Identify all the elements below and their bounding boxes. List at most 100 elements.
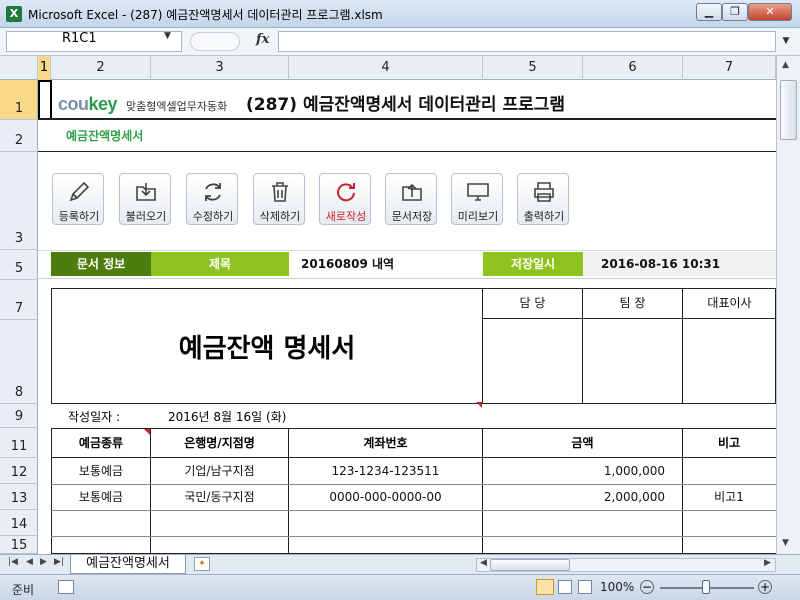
- brand-tagline: 맞춤형엑셀업무자동화: [126, 100, 228, 113]
- column-header[interactable]: 6: [583, 56, 683, 80]
- status-ready: 준비: [12, 583, 35, 597]
- horizontal-scroll-thumb[interactable]: [490, 559, 570, 571]
- worksheet[interactable]: coukey 맞춤형엑셀업무자동화 (287) 예금잔액명세서 데이터관리 프로…: [38, 80, 776, 554]
- table-cell[interactable]: 국민/동구지점: [151, 484, 288, 510]
- sheet-tab[interactable]: 예금잔액명세서: [70, 555, 186, 574]
- written-date-value[interactable]: 2016년 8월 16일 (화): [168, 408, 286, 425]
- table-cell[interactable]: 보통예금: [52, 484, 150, 510]
- table-cell[interactable]: [52, 510, 150, 536]
- preview-button[interactable]: 미리보기: [451, 173, 503, 225]
- row-header[interactable]: 15: [0, 536, 38, 554]
- table-cell[interactable]: 2,000,000: [483, 484, 665, 510]
- comment-marker[interactable]: [476, 402, 482, 408]
- row-header[interactable]: 7: [0, 280, 38, 320]
- row-header[interactable]: 14: [0, 510, 38, 536]
- col-header-account: 계좌번호: [289, 429, 482, 457]
- new-label: 새로작성: [325, 210, 367, 223]
- page-layout-icon[interactable]: [558, 580, 572, 594]
- approval-staff: 담 당: [519, 296, 546, 310]
- macro-record-icon[interactable]: [58, 580, 74, 594]
- table-cell[interactable]: [483, 510, 665, 536]
- column-header[interactable]: 1: [38, 56, 51, 80]
- zoom-level[interactable]: 100%: [600, 580, 634, 594]
- gridline: [38, 250, 776, 251]
- document-heading: 예금잔액 명세서: [178, 334, 356, 364]
- chevron-down-icon[interactable]: ▼: [164, 31, 171, 41]
- select-all-corner[interactable]: [0, 56, 38, 80]
- active-cell[interactable]: [38, 80, 52, 120]
- excel-app-icon[interactable]: X: [6, 6, 22, 22]
- coukey-logo: coukey: [58, 94, 118, 114]
- column-header[interactable]: 5: [483, 56, 583, 80]
- column-header[interactable]: 7: [683, 56, 776, 80]
- table-cell[interactable]: [289, 510, 482, 536]
- scroll-right-icon[interactable]: ▶: [764, 558, 771, 568]
- table-cell[interactable]: 123-1234-123511: [289, 458, 482, 484]
- zoom-in-icon[interactable]: +: [758, 580, 772, 594]
- table-cell[interactable]: 기업/남구지점: [151, 458, 288, 484]
- insert-function-icon[interactable]: fx: [256, 32, 269, 47]
- scroll-down-icon[interactable]: ▼: [782, 538, 789, 548]
- vertical-scrollbar[interactable]: ▲ ▼: [776, 56, 800, 554]
- column-header[interactable]: 2: [51, 56, 151, 80]
- row-header[interactable]: 3: [0, 152, 38, 250]
- column-header[interactable]: 3: [151, 56, 289, 80]
- table-cell[interactable]: [151, 510, 288, 536]
- register-label: 등록하기: [58, 210, 100, 223]
- scroll-left-icon[interactable]: ◀: [480, 558, 487, 568]
- save-document-button[interactable]: 문서저장: [385, 173, 437, 225]
- title-bar: X Microsoft Excel - (287) 예금잔액명세서 데이터관리 …: [0, 0, 800, 28]
- approval-team-lead: 팀 장: [619, 296, 646, 310]
- expand-formula-icon[interactable]: ▼: [778, 31, 794, 52]
- print-button[interactable]: 출력하기: [517, 173, 569, 225]
- sheet-tab-bar: |◀ ◀ ▶ ▶| 예금잔액명세서 ✦ ◀ ▶: [0, 554, 800, 574]
- normal-view-icon[interactable]: [536, 579, 554, 595]
- formula-buttons: [190, 32, 240, 51]
- register-button[interactable]: 등록하기: [52, 173, 104, 225]
- gridline: [38, 278, 776, 279]
- row-header[interactable]: 9: [0, 404, 38, 428]
- saved-at-value[interactable]: 2016-08-16 10:31: [583, 252, 776, 276]
- table-cell[interactable]: [683, 458, 775, 484]
- table-cell[interactable]: 보통예금: [52, 458, 150, 484]
- printer-icon: [534, 182, 554, 202]
- row-header[interactable]: 8: [0, 320, 38, 404]
- col-header-amount: 금액: [483, 429, 682, 457]
- zoom-out-icon[interactable]: −: [640, 580, 654, 594]
- formula-input[interactable]: [278, 31, 776, 52]
- column-header[interactable]: 4: [289, 56, 483, 80]
- next-sheet-icon[interactable]: ▶: [40, 557, 47, 567]
- minimize-button[interactable]: ▁: [696, 3, 722, 21]
- table-cell[interactable]: 비고1: [683, 484, 775, 510]
- doc-title-value[interactable]: 20160809 내역: [291, 252, 481, 276]
- row-header[interactable]: 2: [0, 120, 38, 152]
- delete-label: 삭제하기: [259, 210, 301, 223]
- prev-sheet-icon[interactable]: ◀: [26, 557, 33, 567]
- new-button[interactable]: 새로작성: [319, 173, 371, 225]
- first-sheet-icon[interactable]: |◀: [8, 557, 18, 567]
- delete-button[interactable]: 삭제하기: [253, 173, 305, 225]
- insert-sheet-icon[interactable]: ✦: [194, 557, 210, 571]
- row-header[interactable]: 11: [0, 428, 38, 458]
- last-sheet-icon[interactable]: ▶|: [54, 557, 64, 567]
- row-divider: [51, 536, 776, 537]
- table-cell[interactable]: [683, 510, 775, 536]
- load-button[interactable]: 불러오기: [119, 173, 171, 225]
- maximize-button[interactable]: ❐: [722, 3, 748, 21]
- row-header[interactable]: 5: [0, 250, 38, 280]
- table-cell[interactable]: 0000-000-0000-00: [289, 484, 482, 510]
- zoom-slider-thumb[interactable]: [702, 580, 710, 594]
- page-title: (287) 예금잔액명세서 데이터관리 프로그램: [246, 95, 566, 115]
- row-header[interactable]: 12: [0, 458, 38, 484]
- page-break-icon[interactable]: [578, 580, 592, 594]
- vertical-scroll-thumb[interactable]: [780, 80, 797, 140]
- close-button[interactable]: ✕: [748, 3, 792, 21]
- column-header-bar: 1 2 3 4 5 6 7: [0, 56, 800, 80]
- scroll-up-icon[interactable]: ▲: [782, 60, 789, 70]
- row-header[interactable]: 1: [0, 80, 38, 120]
- row-header[interactable]: 13: [0, 484, 38, 510]
- preview-label: 미리보기: [457, 210, 499, 223]
- table-cell[interactable]: 1,000,000: [483, 458, 665, 484]
- edit-button[interactable]: 수정하기: [186, 173, 238, 225]
- formula-bar: R1C1 ▼ fx ▼: [0, 28, 800, 56]
